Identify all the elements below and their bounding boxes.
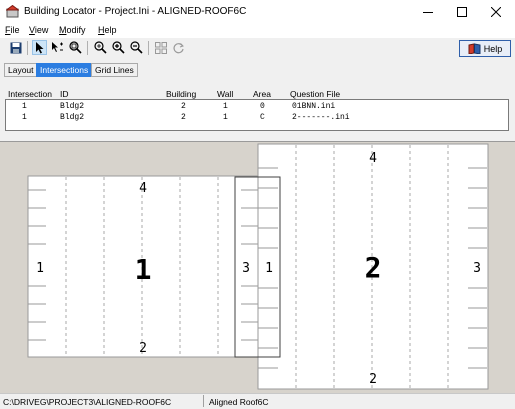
zoom-window-button[interactable] <box>68 40 83 55</box>
pointer-icon <box>35 41 43 53</box>
grid-button[interactable] <box>153 40 168 55</box>
menu-file[interactable]: File <box>5 25 20 35</box>
tab-layout[interactable]: Layout <box>4 63 38 77</box>
menu-view[interactable]: View <box>29 25 48 35</box>
zoom-in-button[interactable] <box>111 40 126 55</box>
save-button[interactable] <box>8 40 23 55</box>
zoom-out-icon <box>130 41 143 54</box>
zoom-out-button[interactable] <box>129 40 144 55</box>
menu-modify-label: odify <box>66 25 86 35</box>
building-2-wall-top[interactable]: 4 <box>369 151 377 166</box>
row-wall[interactable]: 1 <box>223 102 228 111</box>
building-1[interactable]: 1 4 2 1 3 <box>27 175 281 358</box>
grid-icon <box>154 41 167 54</box>
help-button[interactable]: Help <box>459 40 511 57</box>
header-wall[interactable]: Wall <box>217 89 233 99</box>
row-intersection[interactable]: 1 <box>22 102 27 111</box>
maximize-button[interactable] <box>445 0 479 24</box>
minimize-button[interactable] <box>411 0 445 24</box>
app-icon <box>5 4 20 18</box>
refresh-button[interactable] <box>171 40 186 55</box>
row-question-file[interactable]: 01BNN.ini <box>292 102 335 111</box>
status-separator <box>203 395 204 407</box>
toolbar-separator <box>148 41 149 55</box>
building-2-wall-right[interactable]: 3 <box>473 261 481 276</box>
minimize-icon <box>423 12 433 13</box>
building-1-wall-left[interactable]: 1 <box>36 261 44 276</box>
book-icon <box>468 43 481 54</box>
toolbar-separator <box>87 41 88 55</box>
menu-modify[interactable]: Modify <box>59 25 86 35</box>
building-2-label[interactable]: 2 <box>365 251 382 284</box>
building-1-wall-bottom[interactable]: 2 <box>139 341 147 356</box>
building-2-wall-left[interactable]: 1 <box>265 261 273 276</box>
building-1-wall-top[interactable]: 4 <box>139 181 147 196</box>
header-id[interactable]: ID <box>60 89 69 99</box>
save-icon <box>10 42 21 53</box>
tab-intersections[interactable]: Intersections <box>36 63 93 77</box>
tab-grid-lines[interactable]: Grid Lines <box>91 63 138 77</box>
menu-view-label: iew <box>34 25 49 35</box>
building-1-label[interactable]: 1 <box>135 253 152 286</box>
roof-drawing[interactable]: 1 4 2 1 3 2 4 2 1 3 <box>0 142 515 393</box>
header-building[interactable]: Building <box>166 89 196 99</box>
zoom-in-icon <box>112 41 125 54</box>
zoom-fit-button[interactable] <box>93 40 108 55</box>
window-title: Building Locator - Project.Ini - ALIGNED… <box>24 6 247 17</box>
building-1-wall-right[interactable]: 3 <box>242 261 250 276</box>
building-2[interactable]: 2 4 2 1 3 <box>234 143 489 390</box>
row-wall[interactable]: 1 <box>223 113 228 122</box>
row-building[interactable]: 2 <box>181 113 186 122</box>
move-button[interactable] <box>50 40 65 55</box>
row-area[interactable]: 0 <box>260 102 265 111</box>
row-intersection[interactable]: 1 <box>22 113 27 122</box>
menu-help[interactable]: Help <box>98 25 117 35</box>
header-intersection[interactable]: Intersection <box>8 89 52 99</box>
header-area[interactable]: Area <box>253 89 271 99</box>
move-icon <box>52 42 63 52</box>
menu-file-label: ile <box>10 25 20 35</box>
header-question-file[interactable]: Question File <box>290 89 340 99</box>
refresh-icon <box>172 42 184 53</box>
pointer-button[interactable] <box>32 40 47 55</box>
maximize-icon <box>457 7 467 17</box>
help-label: Help <box>483 43 503 54</box>
zoom-window-icon <box>69 41 82 54</box>
close-icon <box>491 7 501 17</box>
menu-help-label: elp <box>104 25 117 35</box>
row-area[interactable]: C <box>260 113 265 122</box>
building-2-wall-bottom[interactable]: 2 <box>369 372 377 387</box>
status-path: C:\DRIVEG\PROJECT3\ALIGNED-ROOF6C <box>3 397 172 407</box>
close-button[interactable] <box>479 0 513 24</box>
status-view: Aligned Roof6C <box>209 397 269 407</box>
row-id[interactable]: Bldg2 <box>60 102 84 111</box>
row-building[interactable]: 2 <box>181 102 186 111</box>
row-id[interactable]: Bldg2 <box>60 113 84 122</box>
row-question-file[interactable]: 2-------.ini <box>292 113 350 122</box>
zoom-fit-icon <box>94 41 107 54</box>
menu-modify-mnemonic: M <box>59 25 67 35</box>
toolbar-separator <box>27 41 28 55</box>
